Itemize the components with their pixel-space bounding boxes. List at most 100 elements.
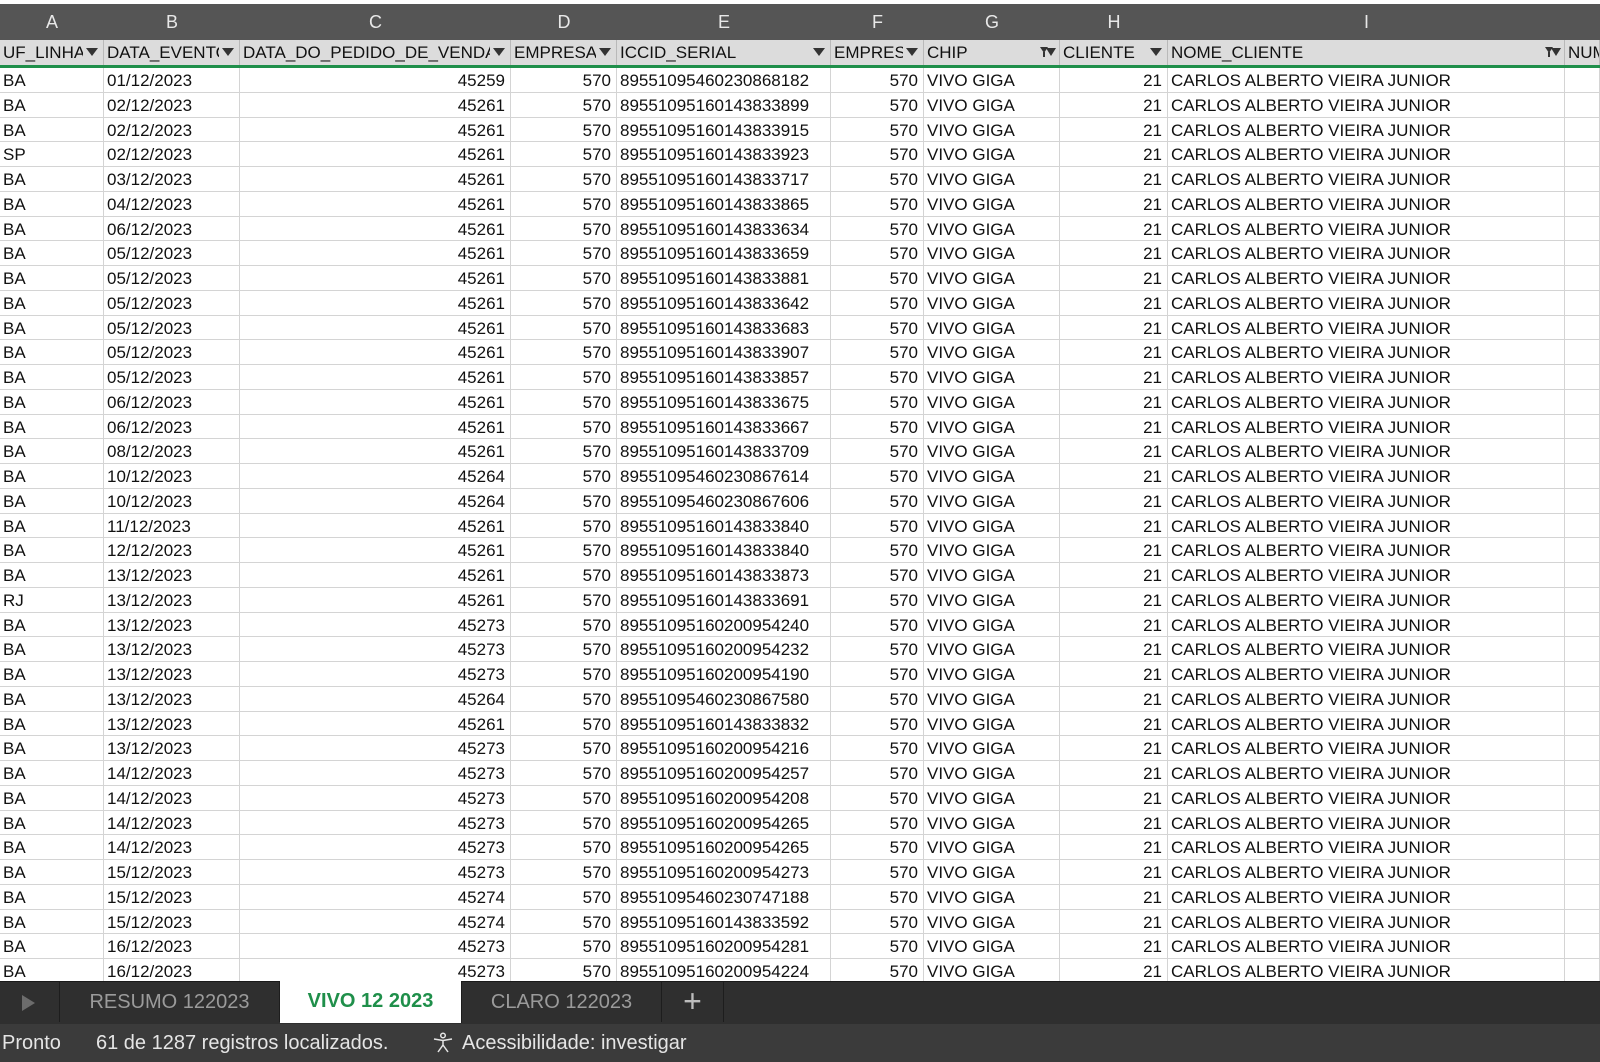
table-cell[interactable]: CARLOS ALBERTO VIEIRA JUNIOR bbox=[1168, 810, 1565, 835]
table-cell[interactable]: CARLOS ALBERTO VIEIRA JUNIOR bbox=[1168, 587, 1565, 612]
table-cell[interactable]: BA bbox=[0, 637, 104, 662]
table-cell[interactable]: 570 bbox=[511, 241, 617, 266]
column-header-e[interactable]: E bbox=[617, 4, 831, 40]
table-cell[interactable]: CARLOS ALBERTO VIEIRA JUNIOR bbox=[1168, 785, 1565, 810]
table-cell[interactable]: BA bbox=[0, 810, 104, 835]
table-cell[interactable]: 570 bbox=[511, 959, 617, 981]
table-cell[interactable] bbox=[1565, 538, 1600, 563]
table-cell[interactable]: 45261 bbox=[240, 191, 511, 216]
table-cell[interactable]: 570 bbox=[831, 587, 924, 612]
table-cell[interactable]: 14/12/2023 bbox=[104, 785, 240, 810]
table-cell[interactable]: 45261 bbox=[240, 439, 511, 464]
table-cell[interactable]: 89551095460230868182 bbox=[617, 68, 831, 92]
table-cell[interactable]: 570 bbox=[511, 587, 617, 612]
table-cell[interactable]: 89551095160143833907 bbox=[617, 340, 831, 365]
table-cell[interactable]: 89551095160143833642 bbox=[617, 290, 831, 315]
table-cell[interactable]: 21 bbox=[1060, 934, 1168, 959]
table-cell[interactable]: 04/12/2023 bbox=[104, 191, 240, 216]
table-cell[interactable]: 02/12/2023 bbox=[104, 142, 240, 167]
table-cell[interactable]: 570 bbox=[831, 662, 924, 686]
table-cell[interactable]: 89551095160200954224 bbox=[617, 959, 831, 981]
table-cell[interactable]: 08/12/2023 bbox=[104, 439, 240, 464]
tab-resumo-122023[interactable]: RESUMO 122023 bbox=[60, 982, 280, 1022]
table-cell[interactable]: 570 bbox=[831, 810, 924, 835]
table-cell[interactable]: 45261 bbox=[240, 92, 511, 117]
table-cell[interactable]: 570 bbox=[511, 563, 617, 587]
table-cell[interactable]: 570 bbox=[511, 488, 617, 513]
table-cell[interactable]: 570 bbox=[511, 835, 617, 860]
table-cell[interactable]: 45261 bbox=[240, 711, 511, 736]
table-cell[interactable]: 21 bbox=[1060, 389, 1168, 414]
table-cell[interactable]: 89551095160143833592 bbox=[617, 909, 831, 934]
table-cell[interactable] bbox=[1565, 934, 1600, 959]
table-cell[interactable]: VIVO GIGA bbox=[924, 92, 1060, 117]
table-cell[interactable]: CARLOS ALBERTO VIEIRA JUNIOR bbox=[1168, 340, 1565, 365]
table-cell[interactable] bbox=[1565, 414, 1600, 439]
add-sheet-button[interactable]: + bbox=[662, 982, 724, 1022]
table-cell[interactable] bbox=[1565, 340, 1600, 365]
column-header-a[interactable]: A bbox=[0, 4, 104, 40]
table-cell[interactable]: BA bbox=[0, 117, 104, 142]
table-cell[interactable]: 06/12/2023 bbox=[104, 216, 240, 241]
table-cell[interactable] bbox=[1565, 711, 1600, 736]
table-cell[interactable]: CARLOS ALBERTO VIEIRA JUNIOR bbox=[1168, 389, 1565, 414]
table-cell[interactable]: BA bbox=[0, 736, 104, 761]
table-cell[interactable]: BA bbox=[0, 513, 104, 538]
table-cell[interactable]: 89551095160200954190 bbox=[617, 662, 831, 686]
table-cell[interactable]: 89551095160143833667 bbox=[617, 414, 831, 439]
table-cell[interactable]: 05/12/2023 bbox=[104, 365, 240, 389]
table-cell[interactable]: VIVO GIGA bbox=[924, 290, 1060, 315]
table-cell[interactable]: 14/12/2023 bbox=[104, 761, 240, 785]
table-cell[interactable]: 89551095160143833659 bbox=[617, 241, 831, 266]
table-cell[interactable] bbox=[1565, 464, 1600, 488]
table-cell[interactable]: 13/12/2023 bbox=[104, 637, 240, 662]
table-cell[interactable]: 89551095460230867606 bbox=[617, 488, 831, 513]
table-cell[interactable] bbox=[1565, 835, 1600, 860]
table-cell[interactable]: BA bbox=[0, 761, 104, 785]
table-cell[interactable]: SP bbox=[0, 142, 104, 167]
table-cell[interactable]: RJ bbox=[0, 587, 104, 612]
table-cell[interactable]: VIVO GIGA bbox=[924, 736, 1060, 761]
table-cell[interactable]: 570 bbox=[831, 513, 924, 538]
accessibility-icon[interactable] bbox=[432, 1032, 454, 1054]
table-cell[interactable]: CARLOS ALBERTO VIEIRA JUNIOR bbox=[1168, 439, 1565, 464]
table-cell[interactable]: 16/12/2023 bbox=[104, 959, 240, 981]
table-cell[interactable]: 45273 bbox=[240, 761, 511, 785]
table-cell[interactable]: 89551095160143833899 bbox=[617, 92, 831, 117]
table-cell[interactable] bbox=[1565, 290, 1600, 315]
table-cell[interactable]: VIVO GIGA bbox=[924, 761, 1060, 785]
column-header-d[interactable]: D bbox=[511, 4, 617, 40]
table-cell[interactable]: 13/12/2023 bbox=[104, 711, 240, 736]
table-cell[interactable]: CARLOS ALBERTO VIEIRA JUNIOR bbox=[1168, 538, 1565, 563]
filter-dropdown-button[interactable] bbox=[1147, 44, 1165, 60]
table-cell[interactable]: 570 bbox=[511, 216, 617, 241]
table-cell[interactable]: 21 bbox=[1060, 290, 1168, 315]
table-cell[interactable] bbox=[1565, 216, 1600, 241]
table-cell[interactable]: 570 bbox=[831, 142, 924, 167]
table-cell[interactable]: CARLOS ALBERTO VIEIRA JUNIOR bbox=[1168, 711, 1565, 736]
table-cell[interactable]: CARLOS ALBERTO VIEIRA JUNIOR bbox=[1168, 92, 1565, 117]
table-cell[interactable]: 45261 bbox=[240, 340, 511, 365]
table-cell[interactable]: CARLOS ALBERTO VIEIRA JUNIOR bbox=[1168, 959, 1565, 981]
table-cell[interactable]: VIVO GIGA bbox=[924, 711, 1060, 736]
table-cell[interactable]: 45261 bbox=[240, 216, 511, 241]
table-cell[interactable]: 45273 bbox=[240, 637, 511, 662]
table-cell[interactable]: 570 bbox=[511, 662, 617, 686]
table-cell[interactable]: VIVO GIGA bbox=[924, 785, 1060, 810]
table-cell[interactable]: 570 bbox=[511, 934, 617, 959]
table-cell[interactable]: 89551095160143833634 bbox=[617, 216, 831, 241]
filter-dropdown-button[interactable] bbox=[810, 44, 828, 60]
table-cell[interactable]: BA bbox=[0, 934, 104, 959]
table-cell[interactable]: 14/12/2023 bbox=[104, 835, 240, 860]
table-cell[interactable]: 21 bbox=[1060, 959, 1168, 981]
status-accessibility[interactable]: Acessibilidade: investigar bbox=[462, 1024, 687, 1062]
table-cell[interactable]: CARLOS ALBERTO VIEIRA JUNIOR bbox=[1168, 563, 1565, 587]
table-cell[interactable]: 570 bbox=[831, 563, 924, 587]
table-cell[interactable]: 89551095160200954232 bbox=[617, 637, 831, 662]
table-cell[interactable]: 570 bbox=[831, 785, 924, 810]
table-cell[interactable]: CARLOS ALBERTO VIEIRA JUNIOR bbox=[1168, 612, 1565, 637]
table-cell[interactable]: 21 bbox=[1060, 488, 1168, 513]
table-cell[interactable]: 01/12/2023 bbox=[104, 68, 240, 92]
table-cell[interactable]: 21 bbox=[1060, 662, 1168, 686]
table-cell[interactable]: 570 bbox=[511, 686, 617, 711]
